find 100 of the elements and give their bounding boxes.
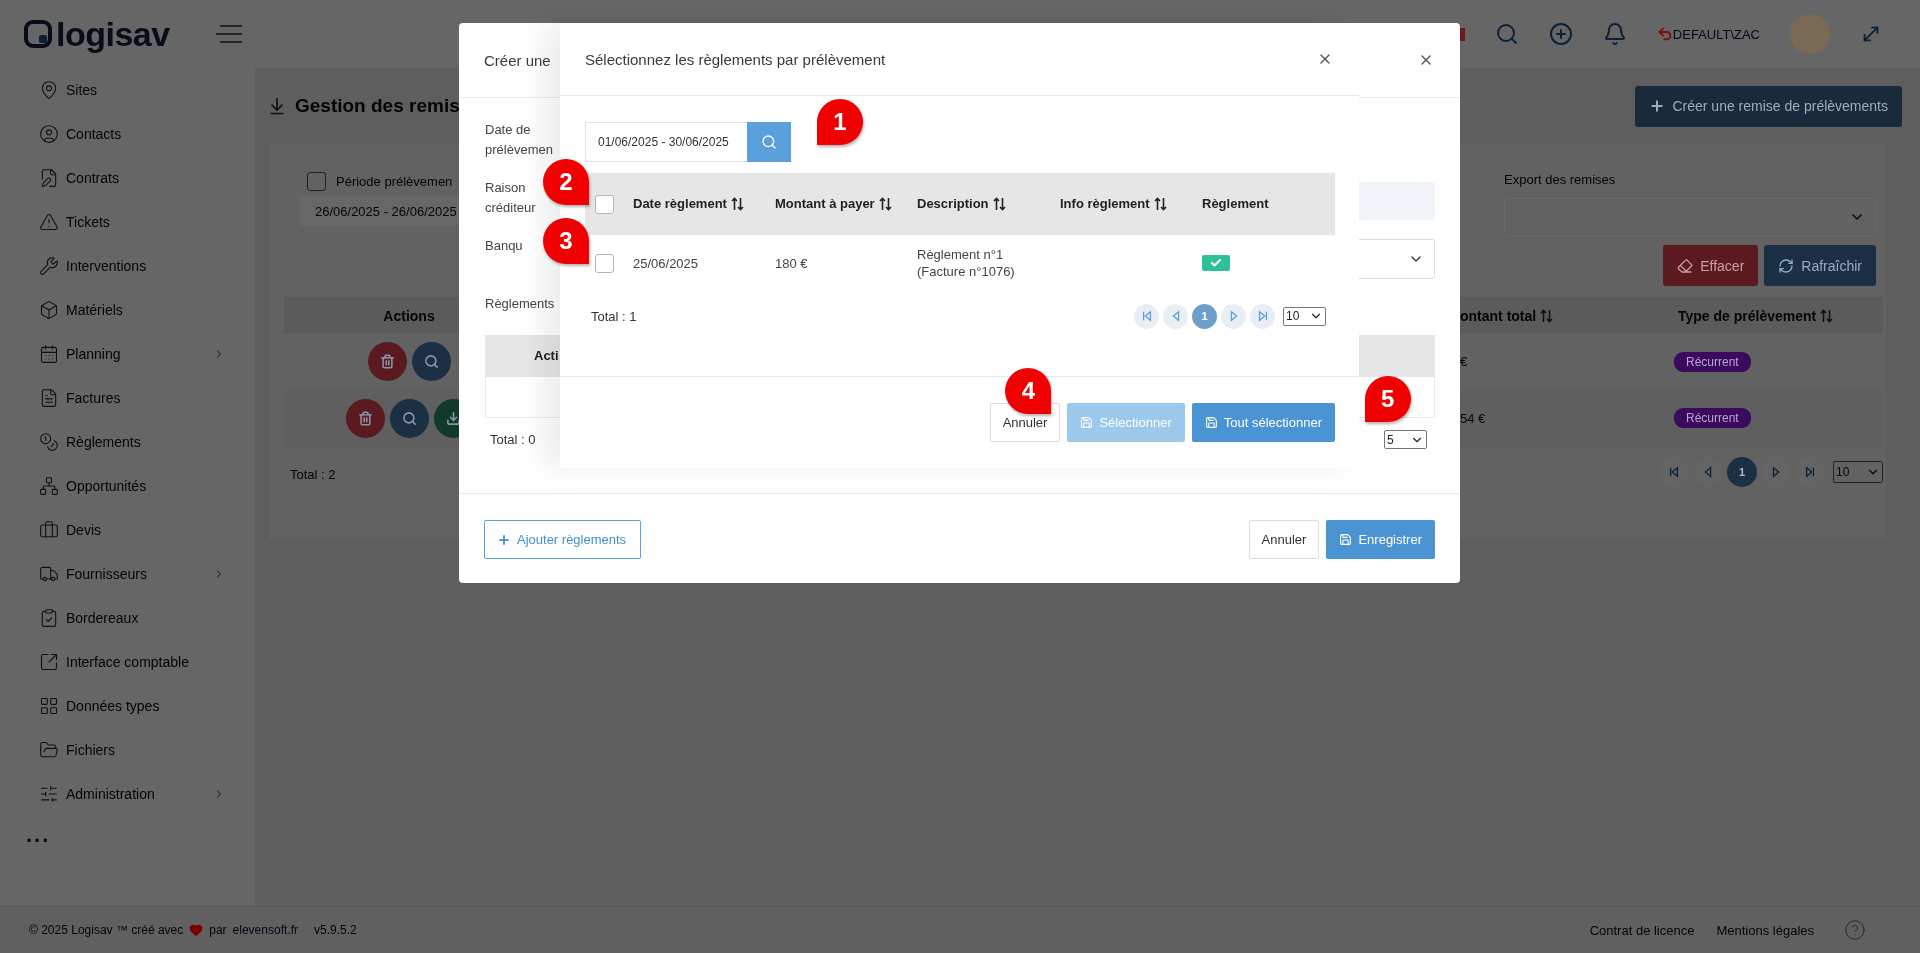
sidebar-item[interactable]: Factures	[0, 376, 255, 420]
save-icon	[1080, 416, 1094, 429]
last-page-button[interactable]	[1250, 303, 1275, 329]
sidebar-item[interactable]: Devis	[0, 508, 255, 552]
notification-button[interactable]	[1602, 22, 1627, 46]
next-page-button[interactable]	[1221, 303, 1246, 329]
sliders-icon	[39, 784, 59, 804]
search-button[interactable]	[747, 122, 791, 162]
search-button[interactable]	[1494, 22, 1519, 46]
column-header: Date règlement	[633, 195, 727, 213]
logo-text: logisav	[56, 14, 170, 54]
next-page-icon	[1770, 466, 1782, 478]
first-page-icon	[1140, 310, 1153, 322]
folder-icon	[39, 740, 59, 760]
select-all-button[interactable]: Tout sélectionner	[1191, 403, 1335, 442]
warning-icon	[39, 212, 59, 232]
sidebar-item[interactable]: Administration	[0, 772, 255, 816]
save-icon	[1204, 416, 1218, 429]
search-button[interactable]	[411, 342, 451, 381]
help-icon[interactable]	[1844, 919, 1866, 941]
sidebar-item[interactable]: Sites	[0, 68, 255, 112]
by-text: par	[209, 923, 227, 937]
add-payments-button[interactable]: Ajouter règlements	[484, 520, 642, 559]
sidebar-item[interactable]: Matériels	[0, 288, 255, 332]
search-icon	[423, 354, 439, 369]
calendar-icon	[39, 344, 59, 364]
column-header: ontant total	[1460, 307, 1537, 324]
trash-icon	[357, 410, 373, 426]
sidebar-item[interactable]: Tickets	[0, 200, 255, 244]
date-text: 25/06/2025	[633, 255, 699, 271]
logo-mark-icon	[24, 20, 52, 48]
save-icon	[1339, 533, 1353, 546]
delete-button[interactable]	[345, 398, 385, 438]
menu-icon[interactable]	[213, 23, 244, 45]
checkbox[interactable]	[595, 194, 614, 214]
truck-icon	[39, 564, 59, 584]
page-button[interactable]: 1	[1192, 303, 1217, 329]
grid-icon	[39, 696, 59, 716]
search-button[interactable]	[389, 398, 429, 438]
modal-title: Créer une	[484, 51, 551, 69]
refresh-icon	[1778, 257, 1795, 274]
return-arrow-icon[interactable]	[1656, 26, 1673, 42]
total-count: Total : 1	[591, 308, 637, 324]
page-size-select[interactable]: 10	[1833, 461, 1883, 483]
sidebar-item[interactable]: Opportunités	[0, 464, 255, 508]
date-range-field[interactable]: 01/06/2025 - 30/06/2025	[585, 122, 747, 162]
sidebar-item[interactable]: Interventions	[0, 244, 255, 288]
status-badge: Récurrent	[1674, 351, 1751, 372]
create-button[interactable]: Créer une remise de prélèvements	[1635, 85, 1902, 127]
license-link[interactable]: Contrat de licence	[1589, 922, 1695, 938]
page-size-select[interactable]: 5	[1384, 430, 1427, 449]
checkbox[interactable]	[595, 253, 614, 273]
previous-page-button[interactable]	[1163, 303, 1188, 329]
amount-text: 180 €	[775, 255, 808, 271]
cancel-button[interactable]: Annuler	[1248, 520, 1320, 559]
previous-page-icon	[1702, 466, 1714, 478]
delete-button[interactable]	[367, 342, 407, 381]
document-pen-icon	[39, 168, 59, 188]
wrench-icon	[39, 256, 59, 276]
user-circle-icon	[39, 124, 59, 144]
sidebar-item[interactable]: Bordereaux	[0, 596, 255, 640]
sidebar-item[interactable]: Fournisseurs	[0, 552, 255, 596]
page-size-select[interactable]: 10	[1283, 306, 1326, 326]
more-menu[interactable]: ...	[26, 822, 51, 848]
sidebar-item[interactable]: Données types	[0, 684, 255, 728]
column-header: Règlement	[1202, 195, 1269, 213]
checkbox[interactable]	[307, 171, 326, 191]
last-page-icon	[1256, 310, 1269, 322]
website-link[interactable]: elevensoft.fr	[232, 923, 298, 937]
clear-button[interactable]: Effacer	[1663, 245, 1759, 286]
map-pin-icon	[39, 80, 59, 100]
first-page-button[interactable]	[1134, 303, 1159, 329]
checklist-icon	[39, 608, 59, 628]
callout-marker: 1	[817, 99, 863, 145]
sidebar-item[interactable]: Contacts	[0, 112, 255, 156]
page-button[interactable]: 1	[1727, 457, 1757, 487]
trash-icon	[379, 354, 395, 369]
add-button[interactable]	[1548, 22, 1573, 46]
sidebar-item[interactable]: Planning	[0, 332, 255, 376]
sidebar-item[interactable]: Règlements	[0, 420, 255, 464]
version-text: v5.9.5.2	[314, 923, 357, 937]
document-icon	[39, 388, 59, 408]
download-icon	[267, 96, 287, 116]
last-page-icon	[1804, 466, 1816, 478]
legal-link[interactable]: Mentions légales	[1716, 922, 1814, 938]
sidebar-item[interactable]: Fichiers	[0, 728, 255, 772]
user-name: DEFAULT\ZAC	[1672, 26, 1760, 42]
total-count: Total : 2	[290, 467, 337, 482]
field-label: Banqu	[485, 238, 523, 253]
search-icon	[401, 410, 417, 426]
status-badge: Récurrent	[1674, 408, 1751, 428]
save-button[interactable]: Enregistrer	[1326, 520, 1435, 559]
sidebar-item[interactable]: Contrats	[0, 156, 255, 200]
modal-title: Sélectionnez les règlements par prélèvement	[585, 50, 886, 68]
sidebar-item[interactable]: Interface comptable	[0, 640, 255, 684]
refresh-button[interactable]: Rafraîchir	[1764, 245, 1876, 286]
column-header: Actions	[383, 307, 435, 324]
box-icon	[39, 300, 59, 320]
copyright-text: © 2025 Logisav ™ créé avec	[29, 923, 184, 937]
callout-marker: 4	[1005, 368, 1052, 414]
